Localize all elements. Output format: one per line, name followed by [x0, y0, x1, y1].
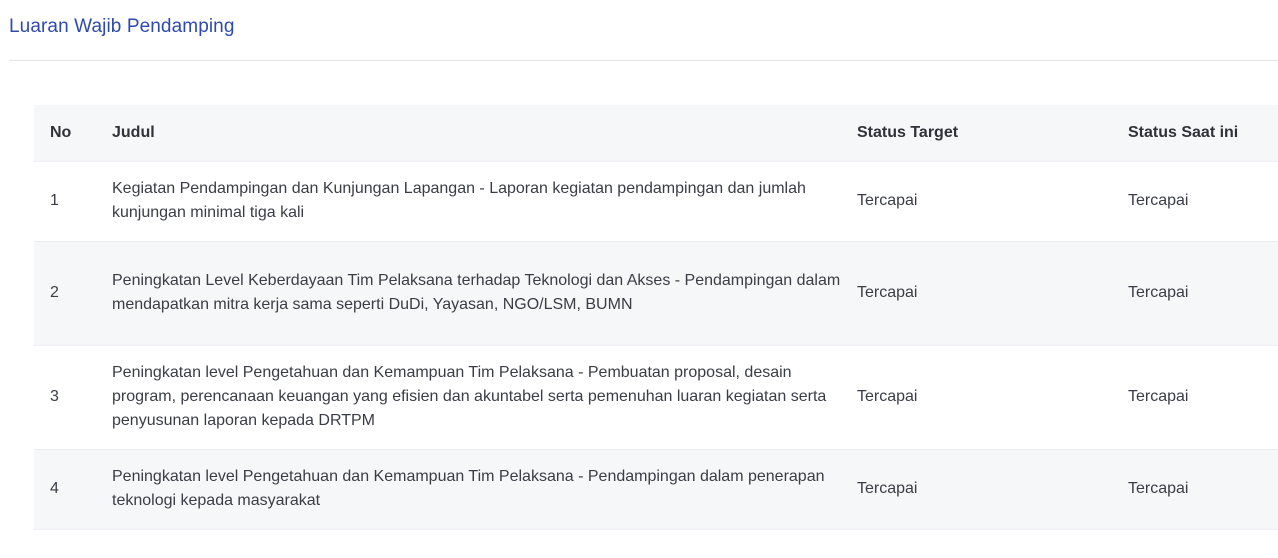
row-no: 4 — [50, 480, 59, 497]
table-row: 4 Peningkatan level Pengetahuan dan Kema… — [34, 449, 1278, 529]
column-header-no: No — [50, 123, 72, 141]
table-row: 3 Peningkatan level Pengetahuan dan Kema… — [34, 345, 1278, 449]
table-header: No Judul Status Target Status Saat ini — [34, 105, 1278, 161]
column-header-status-target: Status Target — [857, 123, 959, 141]
title-divider — [9, 60, 1278, 61]
page: Luaran Wajib Pendamping No Judul Status … — [0, 0, 1278, 558]
row-status-saat-ini: Tercapai — [1128, 388, 1189, 405]
row-judul: Kegiatan Pendampingan dan Kunjungan Lapa… — [112, 180, 806, 221]
table-body: 1 Kegiatan Pendampingan dan Kunjungan La… — [34, 161, 1278, 529]
page-title: Luaran Wajib Pendamping — [9, 16, 235, 37]
table-row: 1 Kegiatan Pendampingan dan Kunjungan La… — [34, 161, 1278, 241]
row-no: 2 — [50, 284, 59, 301]
table-row: 2 Peningkatan Level Keberdayaan Tim Pela… — [34, 241, 1278, 345]
row-judul: Peningkatan level Pengetahuan dan Kemamp… — [112, 364, 827, 429]
row-status-target: Tercapai — [857, 480, 918, 497]
column-header-judul: Judul — [112, 123, 155, 141]
row-status-target: Tercapai — [857, 284, 918, 301]
row-judul: Peningkatan level Pengetahuan dan Kemamp… — [112, 468, 825, 509]
row-judul: Peningkatan Level Keberdayaan Tim Pelaks… — [112, 272, 841, 313]
row-status-saat-ini: Tercapai — [1128, 284, 1189, 301]
luaran-table-container: No Judul Status Target Status Saat ini 1… — [34, 105, 1278, 530]
row-no: 3 — [50, 388, 59, 405]
row-status-saat-ini: Tercapai — [1128, 192, 1189, 209]
table-header-row: No Judul Status Target Status Saat ini — [34, 105, 1278, 161]
row-status-target: Tercapai — [857, 192, 918, 209]
row-status-saat-ini: Tercapai — [1128, 480, 1189, 497]
column-header-status-saat-ini: Status Saat ini — [1128, 123, 1239, 141]
row-no: 1 — [50, 192, 59, 209]
luaran-table: No Judul Status Target Status Saat ini 1… — [34, 105, 1278, 530]
row-status-target: Tercapai — [857, 388, 918, 405]
